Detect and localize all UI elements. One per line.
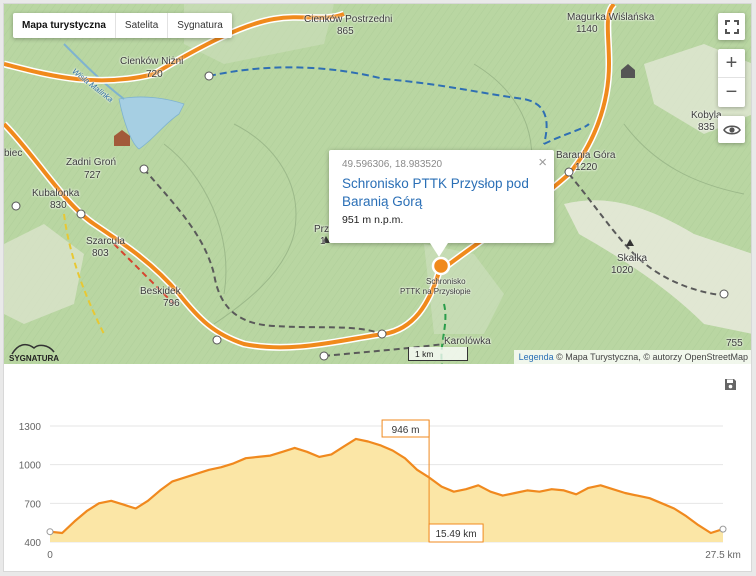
map-label: 830 (50, 200, 67, 211)
map-label: Skałka (617, 253, 648, 264)
map-label: Beskidek (140, 286, 181, 297)
map-label: Magurka Wiślańska (567, 12, 655, 23)
cursor-elevation-label: 946 m (392, 425, 420, 436)
map-label: Barania Góra (556, 150, 616, 161)
map-label: biec (4, 148, 23, 159)
end-point (719, 525, 727, 533)
map-label: 1220 (575, 162, 598, 173)
zoom-control: + − (718, 49, 745, 107)
map-label: Cienków Niżni (120, 56, 184, 67)
map-type-switcher: Mapa turystyczna Satelita Sygnatura (13, 13, 232, 38)
map-label: 1 (320, 236, 326, 247)
map-label: 755 (726, 338, 743, 349)
elevation-chart[interactable]: 400 700 1000 1300 0 27.5 km 946 m 15.49 km (4, 364, 752, 572)
attribution-text: © Mapa Turystyczna, © autorzy OpenStreet… (553, 352, 748, 362)
zoom-in-button[interactable]: + (718, 49, 745, 78)
x-tick-label: 27.5 km (705, 550, 741, 561)
y-tick-label: 700 (24, 499, 41, 510)
map-type-satellite[interactable]: Satelita (116, 13, 169, 38)
svg-text:SYGNATURA: SYGNATURA (9, 354, 59, 362)
map-label: 865 (337, 26, 354, 37)
map-label: 727 (84, 170, 101, 181)
route-widget: Cienków Postrzedni 865 Magurka Wiślańska… (3, 3, 752, 572)
layers-visibility-button[interactable] (718, 116, 745, 143)
map-label: PTTK na Przysłopie (400, 287, 471, 296)
eye-icon (722, 124, 741, 135)
map-type-tourist[interactable]: Mapa turystyczna (13, 13, 116, 38)
map-label: 803 (92, 248, 109, 259)
map-label: Szarcula (86, 236, 125, 247)
map-type-signature[interactable]: Sygnatura (168, 13, 232, 38)
location-popup: 49.596306, 18.983520 Schronisko PTTK Prz… (329, 150, 554, 257)
zoom-out-button[interactable]: − (718, 78, 745, 107)
y-tick-label: 400 (24, 538, 41, 549)
elevation-profile: 400 700 1000 1300 0 27.5 km 946 m 15.49 km (4, 364, 752, 572)
y-tick-label: 1300 (19, 422, 42, 433)
start-point (46, 528, 54, 536)
map-label: Karolówka (444, 336, 491, 347)
y-tick-label: 1000 (19, 461, 42, 472)
popup-elevation: 951 m n.p.m. (342, 214, 404, 226)
popup-close-button[interactable]: × (538, 154, 547, 171)
x-tick-label: 0 (47, 550, 53, 561)
map-label: 720 (146, 69, 163, 80)
map-label: 796 (163, 298, 180, 309)
map-label: Cienków Postrzedni (304, 14, 393, 25)
legend-link[interactable]: Legenda (519, 352, 554, 362)
popup-title-link[interactable]: Schronisko PTTK Przysłop pod Baranią Gór… (342, 175, 541, 211)
cursor-distance-label: 15.49 km (436, 529, 477, 540)
map-label: 1020 (611, 265, 634, 276)
map-label: Kubalonka (32, 188, 80, 199)
elevation-area (50, 438, 723, 542)
map-view[interactable]: Cienków Postrzedni 865 Magurka Wiślańska… (4, 4, 751, 364)
map-scale: 1 km (408, 347, 468, 361)
fullscreen-icon (724, 19, 739, 34)
fullscreen-button[interactable] (718, 13, 745, 40)
map-attribution: Legenda © Mapa Turystyczna, © autorzy Op… (513, 350, 751, 364)
map-label: 835 (698, 122, 715, 133)
map-label: Zadni Groń (66, 157, 117, 168)
popup-coordinates: 49.596306, 18.983520 (342, 159, 443, 170)
map-label: Kobyla (691, 110, 722, 121)
map-label: 1140 (576, 24, 598, 35)
sygnatura-logo: SYGNATURA (8, 340, 64, 363)
